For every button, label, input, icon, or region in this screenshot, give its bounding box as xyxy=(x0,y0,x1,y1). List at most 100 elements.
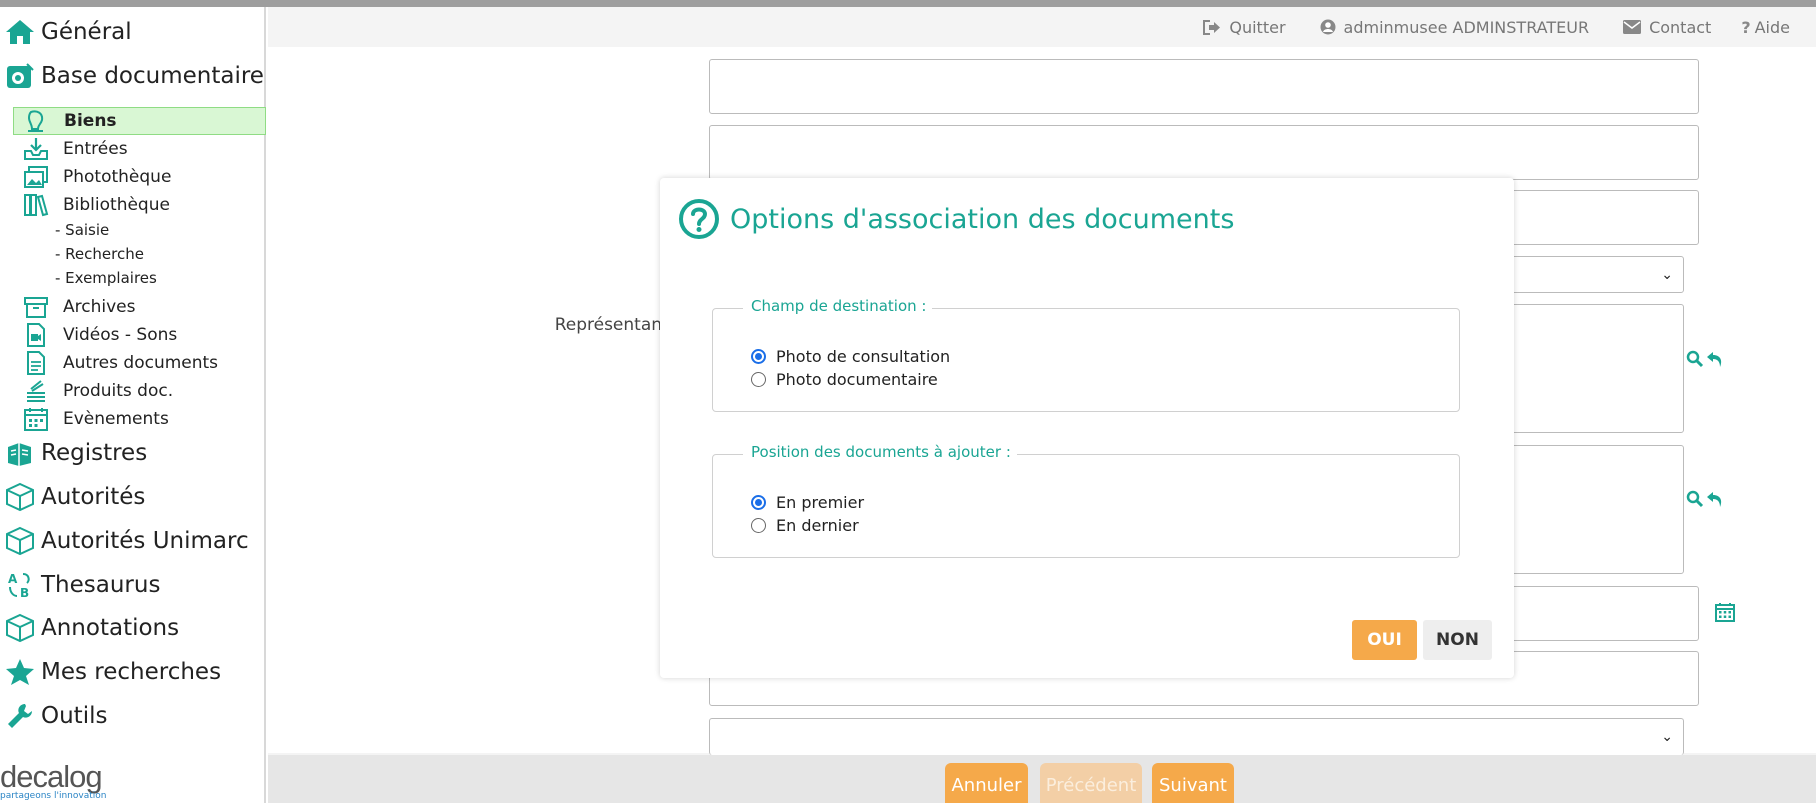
inbox-icon xyxy=(22,136,50,162)
decalog-logo: decalog partageons l'innovation xyxy=(0,759,106,801)
sidebar-item-produits-doc-label: Produits doc. xyxy=(63,381,174,401)
sidebar-item-videos-sons-label: Vidéos - Sons xyxy=(63,325,178,345)
nav-registres[interactable]: Registres xyxy=(0,433,147,473)
cube-icon xyxy=(0,612,40,644)
header-links: Quitter adminmusee ADMINSTRATEUR Contact… xyxy=(268,7,1816,47)
quit-label: Quitter xyxy=(1229,17,1286,37)
svg-text:B: B xyxy=(20,586,29,600)
next-button[interactable]: Suivant xyxy=(1152,763,1234,803)
help-link[interactable]: ? Aide xyxy=(1741,18,1790,37)
document-icon xyxy=(22,350,50,376)
yes-button[interactable]: OUI xyxy=(1352,620,1417,660)
sidebar-item-evenements[interactable]: Evènements xyxy=(22,405,169,433)
media-file-icon xyxy=(22,322,50,348)
radio-photo-documentaire[interactable]: Photo documentaire xyxy=(751,370,938,389)
sidebar-item-archives[interactable]: Archives xyxy=(22,293,135,321)
library-icon xyxy=(22,192,50,218)
nav-base-documentaire[interactable]: Base documentaire xyxy=(0,56,264,96)
sidebar-item-autres-documents-label: Autres documents xyxy=(63,353,219,373)
sidebar-item-archives-label: Archives xyxy=(63,297,136,317)
help-label: Aide xyxy=(1754,17,1790,37)
radio-en-premier-label: En premier xyxy=(776,493,865,512)
undo-icon[interactable] xyxy=(1706,350,1724,368)
logo-brand: decalog xyxy=(0,759,103,794)
undo-icon[interactable] xyxy=(1706,490,1724,508)
radio-button[interactable] xyxy=(751,372,766,387)
previous-button[interactable]: Précédent xyxy=(1040,763,1142,803)
nav-autorites-label: Autorités xyxy=(41,484,146,510)
sidebar-item-phototheque-label: Photothèque xyxy=(63,167,172,187)
nav-outils[interactable]: Outils xyxy=(0,696,107,736)
sidebar-subitem-recherche[interactable]: - Recherche xyxy=(55,245,144,263)
position-legend: Position des documents à ajouter : xyxy=(743,443,1017,461)
sidebar-subitem-exemplaires[interactable]: - Exemplaires xyxy=(55,269,157,287)
svg-text:A: A xyxy=(8,572,18,586)
user-link[interactable]: adminmusee ADMINSTRATEUR xyxy=(1320,18,1589,37)
thesaurus-icon: AB xyxy=(0,569,40,601)
nav-autorites[interactable]: Autorités xyxy=(0,477,145,517)
search-icon[interactable] xyxy=(1686,490,1704,508)
calendar-icon xyxy=(22,406,50,432)
images-icon xyxy=(22,164,50,190)
destination-fieldset: Champ de destination : Photo de consulta… xyxy=(712,297,1460,412)
prefixe-select[interactable]: ⌄ xyxy=(709,718,1684,755)
nav-mes-recherches[interactable]: Mes recherches xyxy=(0,652,221,692)
sidebar-item-videos-sons[interactable]: Vidéos - Sons xyxy=(22,321,177,349)
chevron-down-icon: ⌄ xyxy=(1661,266,1673,283)
nav-general-label: Général xyxy=(41,19,132,45)
wrench-icon xyxy=(0,700,40,732)
sidebar-item-entrees-label: Entrées xyxy=(63,139,128,159)
sidebar: Général Base documentaire Biens Entrées … xyxy=(0,7,266,803)
question-circle-icon xyxy=(679,199,719,239)
sign-out-icon xyxy=(1203,19,1221,35)
radio-photo-consultation[interactable]: Photo de consultation xyxy=(751,347,950,366)
destination-legend: Champ de destination : xyxy=(743,297,933,315)
radio-button-checked[interactable] xyxy=(751,349,766,364)
sidebar-item-biens[interactable]: Biens xyxy=(13,107,266,135)
logo-tagline: partageons l'innovation xyxy=(0,791,107,801)
sidebar-item-produits-doc[interactable]: Produits doc. xyxy=(22,377,173,405)
archive-icon xyxy=(22,294,50,320)
sidebar-item-autres-documents[interactable]: Autres documents xyxy=(22,349,218,377)
dialog-title-text: Options d'association des documents xyxy=(730,203,1235,235)
nav-mes-recherches-label: Mes recherches xyxy=(41,659,222,685)
sidebar-item-evenements-label: Evènements xyxy=(63,409,169,429)
radio-en-dernier[interactable]: En dernier xyxy=(751,516,859,535)
user-circle-icon xyxy=(1320,19,1336,35)
sidebar-item-bibliotheque-label: Bibliothèque xyxy=(63,195,170,215)
dialog-title: Options d'association des documents xyxy=(678,198,1234,240)
radio-en-premier[interactable]: En premier xyxy=(751,493,864,512)
photographe-actions xyxy=(1686,490,1724,508)
nav-annotations[interactable]: Annotations xyxy=(0,608,179,648)
date-calendar-button[interactable] xyxy=(1715,602,1735,622)
nav-registres-label: Registres xyxy=(41,440,148,466)
sidebar-subitem-saisie[interactable]: - Saisie xyxy=(55,221,109,239)
radio-photo-documentaire-label: Photo documentaire xyxy=(776,370,938,389)
home-icon xyxy=(0,16,40,48)
nav-thesaurus-label: Thesaurus xyxy=(41,572,161,598)
sidebar-item-biens-label: Biens xyxy=(64,111,117,131)
cote-field[interactable] xyxy=(709,59,1699,114)
search-icon[interactable] xyxy=(1686,350,1704,368)
sidebar-item-phototheque[interactable]: Photothèque xyxy=(22,163,171,191)
nav-thesaurus[interactable]: AB Thesaurus xyxy=(0,565,160,605)
contact-link[interactable]: Contact xyxy=(1623,18,1711,37)
sidebar-item-bibliotheque[interactable]: Bibliothèque xyxy=(22,191,170,219)
star-icon xyxy=(0,656,40,688)
stack-icon xyxy=(22,378,50,404)
nav-autorites-unimarc[interactable]: Autorités Unimarc xyxy=(0,521,249,561)
quit-link[interactable]: Quitter xyxy=(1203,17,1286,37)
titre-field[interactable] xyxy=(709,125,1699,180)
nav-general[interactable]: Général xyxy=(0,12,132,52)
no-button[interactable]: NON xyxy=(1423,620,1492,660)
nav-autorites-unimarc-label: Autorités Unimarc xyxy=(41,528,249,554)
envelope-icon xyxy=(1623,20,1642,34)
cube-icon xyxy=(0,481,40,513)
calendar-icon xyxy=(1715,603,1735,622)
object-icon xyxy=(23,108,51,134)
radio-button[interactable] xyxy=(751,518,766,533)
radio-button-checked[interactable] xyxy=(751,495,766,510)
representant-actions xyxy=(1686,350,1724,368)
cancel-button[interactable]: Annuler xyxy=(945,763,1028,803)
sidebar-item-entrees[interactable]: Entrées xyxy=(22,135,128,163)
